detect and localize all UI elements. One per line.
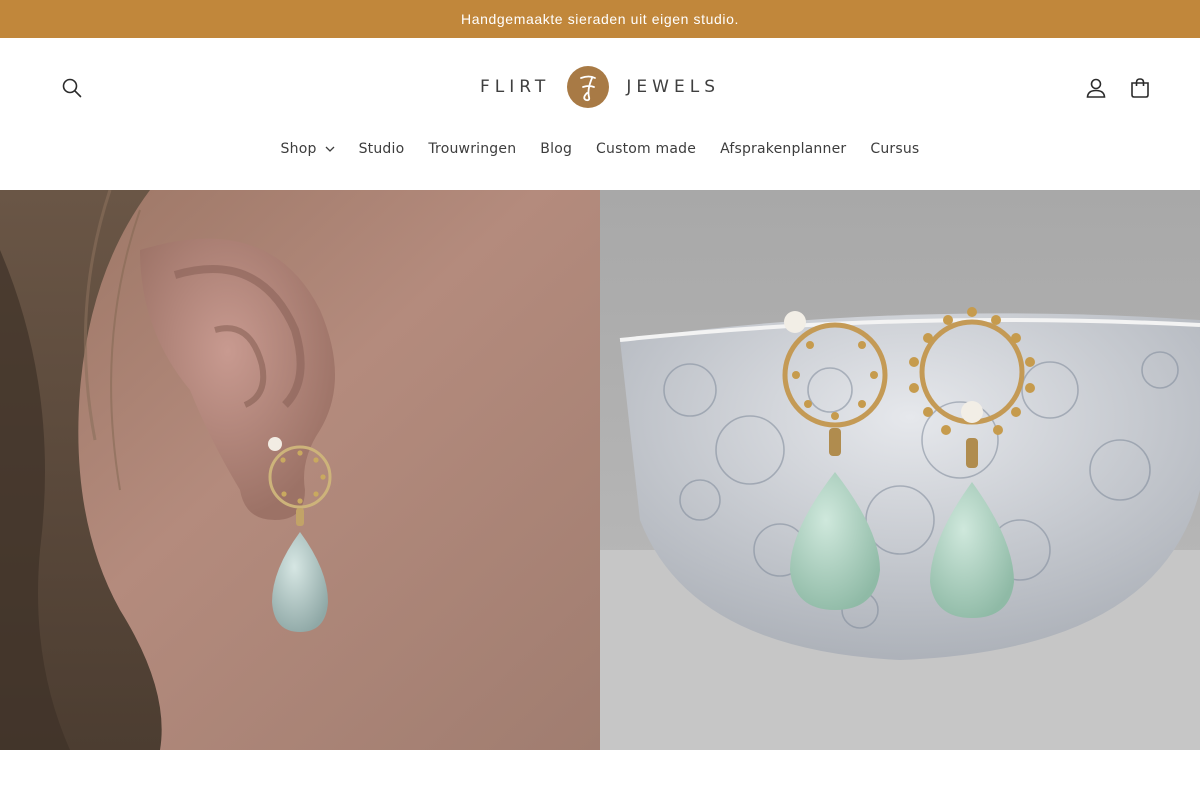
search-button[interactable]: [52, 68, 92, 108]
logo-word-right: JEWELS: [626, 77, 720, 97]
nav-item-custom-made[interactable]: Custom made: [596, 141, 696, 157]
nav-item-label: Blog: [540, 141, 573, 157]
announcement-text: Handgemaakte sieraden uit eigen studio.: [461, 11, 739, 27]
cart-button[interactable]: [1120, 68, 1160, 108]
nav-item-label: Afsprakenplanner: [720, 141, 847, 157]
nav-item-label: Cursus: [870, 141, 920, 157]
below-hero-space: [0, 750, 1200, 800]
fj-monogram-icon: [567, 66, 610, 108]
nav-item-label: Shop: [280, 141, 317, 157]
logo-word-left: FLIRT: [480, 77, 551, 97]
hero-image-ear: [0, 190, 600, 750]
site-header: FLIRT JEWELS Shop Studio Trouwringen Blo…: [0, 38, 1200, 190]
user-icon: [1086, 78, 1106, 98]
nav-item-trouwringen[interactable]: Trouwringen: [428, 141, 516, 157]
account-button[interactable]: [1076, 68, 1116, 108]
nav-item-shop[interactable]: Shop: [281, 141, 335, 157]
nav-item-afsprakenplanner[interactable]: Afsprakenplanner: [720, 141, 846, 157]
search-icon: [62, 78, 82, 98]
nav-item-blog[interactable]: Blog: [540, 141, 572, 157]
nav-item-cursus[interactable]: Cursus: [870, 141, 919, 157]
nav-item-label: Custom made: [596, 141, 697, 157]
nav-item-label: Studio: [358, 141, 405, 157]
chevron-down-icon: [325, 146, 335, 152]
hero-banner: [0, 190, 1200, 750]
site-logo[interactable]: FLIRT JEWELS: [480, 65, 720, 109]
announcement-bar: Handgemaakte sieraden uit eigen studio.: [0, 0, 1200, 38]
nav-item-studio[interactable]: Studio: [359, 141, 405, 157]
nav-item-label: Trouwringen: [428, 141, 517, 157]
main-nav: Shop Studio Trouwringen Blog Custom made…: [0, 136, 1200, 162]
hero-image-bowl: [600, 190, 1200, 750]
cart-icon: [1131, 78, 1149, 98]
